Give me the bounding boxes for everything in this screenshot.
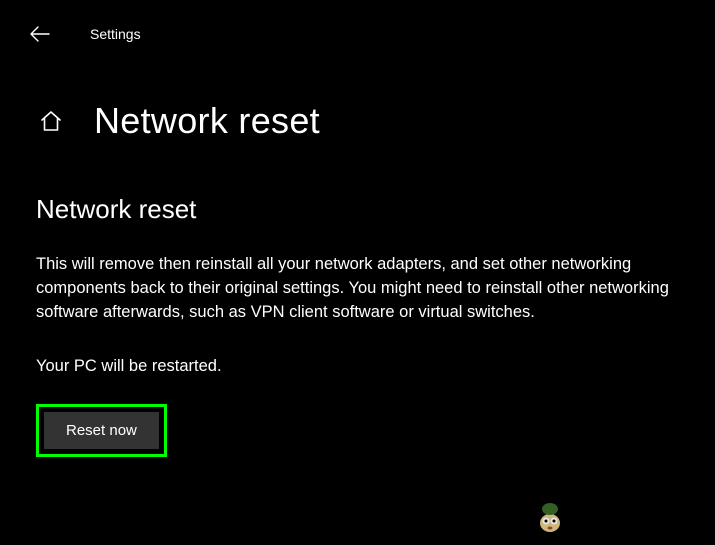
page-title: Network reset <box>94 100 320 142</box>
header-title: Settings <box>90 26 141 42</box>
watermark-mascot-icon <box>530 495 570 535</box>
section-description: This will remove then reinstall all your… <box>36 253 675 325</box>
back-arrow-icon[interactable] <box>28 22 52 46</box>
home-icon[interactable] <box>38 108 64 134</box>
restart-note: Your PC will be restarted. <box>36 357 675 376</box>
content-area: Network reset This will remove then rein… <box>0 142 715 457</box>
reset-now-button[interactable]: Reset now <box>44 412 159 449</box>
section-title: Network reset <box>36 194 675 225</box>
button-highlight-box: Reset now <box>36 404 167 457</box>
page-title-row: Network reset <box>0 50 715 142</box>
header-bar: Settings <box>0 0 715 50</box>
